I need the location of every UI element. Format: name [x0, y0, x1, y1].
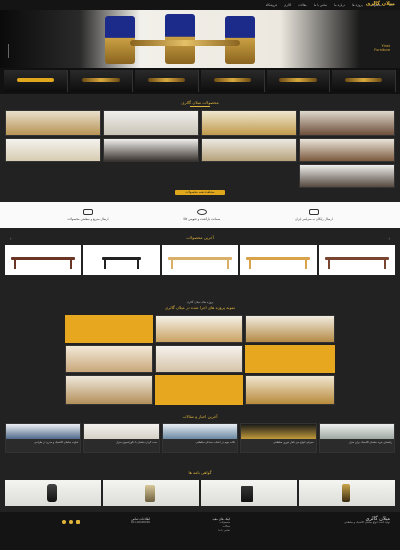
feature-label: ارسال سریع و مطمئن محصولات — [67, 217, 109, 221]
award-card — [299, 480, 395, 506]
feature-label: ضمانت بازگشت و تعویض کالا — [183, 217, 221, 221]
blog-posts: راهنمای خرید مبلمان کلاسیک برای منزل معر… — [4, 423, 395, 453]
product-tile[interactable] — [201, 110, 297, 136]
blog-post-card[interactable]: معرفی انواع میز ناهار خوری سلطنتی — [240, 423, 317, 453]
blog-post-title[interactable]: ست کردن مبلمان با دکوراسیون منزل — [86, 441, 157, 444]
product-card[interactable] — [83, 245, 160, 275]
hero-chair-center — [165, 14, 195, 64]
projects-pretitle: پروژه های میلان گالری — [186, 300, 214, 304]
nav-item-shop[interactable]: فروشگاه — [266, 3, 277, 7]
awards-row — [5, 480, 395, 506]
footer-contact: اطلاعات تماس 021-00000000 — [90, 517, 150, 525]
hero-slider[interactable]: Yinst Furniture — [0, 10, 400, 68]
category-card[interactable] — [200, 70, 265, 92]
truck-icon — [308, 209, 319, 215]
footer-about-text: تولید کننده انواع مبلمان کلاسیک و سلطنتی — [344, 521, 390, 524]
newest-products-row — [4, 245, 395, 275]
project-tile[interactable] — [245, 345, 335, 373]
telegram-icon[interactable] — [69, 520, 74, 524]
section-divider — [190, 106, 210, 107]
project-tile[interactable] — [65, 375, 153, 405]
footer-about: میلان گالری تولید کننده انواع مبلمان کلا… — [300, 517, 390, 525]
top-navigation: میلان گالری خانه محصولات پروژه ها درباره… — [0, 0, 400, 10]
footer-phone[interactable]: 021-00000000 — [90, 521, 150, 525]
product-card[interactable] — [161, 245, 239, 275]
trophy-icon — [241, 486, 254, 502]
trophy-icon — [47, 484, 58, 502]
award-card — [5, 480, 101, 506]
blog-post-title[interactable]: معرفی انواع میز ناهار خوری سلطنتی — [243, 441, 313, 444]
blog-section-title: آخرین اخبار و مقالات — [182, 414, 218, 419]
projects-title: نمونه پروژه های اجرا شده در میلان گالری — [165, 305, 235, 310]
nav-item-projects[interactable]: پروژه ها — [352, 3, 362, 7]
carousel-next-icon[interactable]: › — [388, 236, 390, 241]
footer-social — [10, 520, 80, 526]
feature-item: ضمانت بازگشت و تعویض کالا — [183, 209, 220, 221]
footer-link[interactable]: تماس با ما — [170, 529, 230, 533]
blog-post-title[interactable]: تفاوت مبلمان کلاسیک و مدرن در طراحی — [8, 441, 78, 444]
project-tile[interactable] — [155, 375, 243, 405]
project-tile[interactable] — [155, 345, 243, 373]
award-card — [103, 480, 199, 506]
category-card[interactable] — [266, 70, 331, 92]
product-tile[interactable] — [299, 164, 395, 188]
blog-post-card[interactable]: تفاوت مبلمان کلاسیک و مدرن در طراحی — [4, 423, 82, 453]
nav-item-contact[interactable]: تماس با ما — [314, 3, 327, 7]
footer-links: لینک های مفید محصولات مقالات تماس با ما — [170, 517, 230, 533]
trophy-icon — [342, 484, 351, 502]
product-tile[interactable] — [201, 138, 297, 162]
nav-item-articles[interactable]: مقالات — [298, 3, 307, 7]
feature-item: ارسال سریع و مطمئن محصولات — [67, 209, 108, 221]
hero-caption: Yinst Furniture — [374, 44, 390, 52]
project-tile[interactable] — [65, 345, 153, 373]
hero-table — [130, 40, 240, 46]
features-band: ارسال رایگان به سراسر ایران ضمانت بازگشت… — [0, 202, 400, 228]
blog-post-title[interactable]: راهنمای خرید مبلمان کلاسیک برای منزل — [322, 441, 392, 444]
products-section-title: محصولات میلان گالری — [181, 100, 219, 105]
whatsapp-icon[interactable] — [62, 520, 67, 524]
blog-post-title[interactable]: نکات مهم در انتخاب صندلی سلطنتی — [165, 441, 236, 444]
product-card[interactable] — [4, 245, 82, 275]
product-tile[interactable] — [5, 110, 101, 136]
feature-label: ارسال رایگان به سراسر ایران — [295, 217, 333, 221]
awards-section-title: گواهی نامه ها — [188, 470, 212, 475]
category-card[interactable] — [3, 70, 68, 92]
hero-caption-line2: Furniture — [374, 48, 390, 52]
trophy-icon — [145, 485, 156, 502]
brand-logo[interactable]: میلان گالری — [366, 1, 395, 7]
view-all-products-button[interactable]: مشاهده همه محصولات — [175, 190, 225, 195]
project-tile[interactable] — [245, 375, 335, 405]
newest-section-title: آخرین محصولات — [186, 235, 214, 240]
award-card — [201, 480, 297, 506]
gift-icon — [196, 209, 207, 215]
blog-post-card[interactable]: راهنمای خرید مبلمان کلاسیک برای منزل — [318, 423, 395, 453]
carousel-prev-icon[interactable]: ‹ — [10, 236, 12, 241]
project-tile[interactable] — [65, 315, 153, 343]
product-tile[interactable] — [103, 110, 199, 136]
category-card[interactable] — [69, 70, 134, 92]
product-card[interactable] — [240, 245, 317, 275]
projects-gallery — [65, 315, 335, 405]
blog-post-card[interactable]: نکات مهم در انتخاب صندلی سلطنتی — [161, 423, 239, 453]
category-card[interactable] — [332, 70, 396, 92]
nav-item-about[interactable]: درباره ما — [334, 3, 345, 7]
feature-item: ارسال رایگان به سراسر ایران — [295, 209, 333, 221]
category-strip — [0, 68, 400, 94]
hero-side-text — [8, 44, 38, 58]
site-footer: میلان گالری تولید کننده انواع مبلمان کلا… — [0, 512, 400, 550]
blog-post-card[interactable]: ست کردن مبلمان با دکوراسیون منزل — [83, 423, 160, 453]
project-tile[interactable] — [155, 315, 243, 343]
project-tile[interactable] — [245, 315, 335, 343]
instagram-icon[interactable] — [76, 520, 80, 524]
product-card[interactable] — [318, 245, 395, 275]
nav-item-gallery[interactable]: گالری — [284, 3, 291, 7]
category-card[interactable] — [135, 70, 199, 92]
product-tile[interactable] — [299, 110, 395, 136]
products-grid — [5, 110, 395, 190]
product-tile[interactable] — [103, 138, 199, 162]
product-tile[interactable] — [299, 138, 395, 162]
shipping-icon — [82, 209, 93, 215]
product-tile[interactable] — [5, 138, 101, 162]
